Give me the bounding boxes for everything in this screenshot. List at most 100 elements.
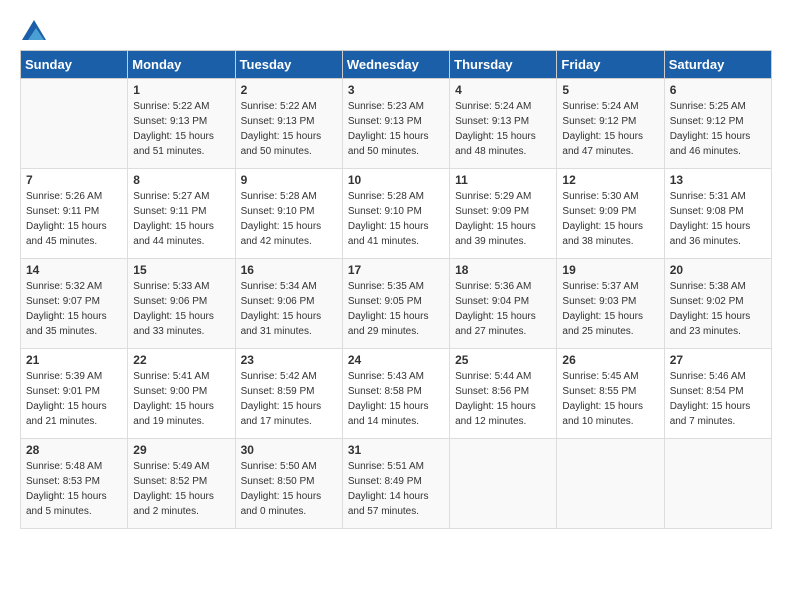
day-number: 9 xyxy=(241,173,337,187)
calendar-cell: 23 Sunrise: 5:42 AM Sunset: 8:59 PM Dayli… xyxy=(235,349,342,439)
calendar-cell: 17 Sunrise: 5:35 AM Sunset: 9:05 PM Dayli… xyxy=(342,259,449,349)
calendar-cell: 16Sunrise: 5:34 AM Sunset: 9:06 PM Dayli… xyxy=(235,259,342,349)
calendar-cell: 15 Sunrise: 5:33 AM Sunset: 9:06 PM Dayli… xyxy=(128,259,235,349)
day-info: Sunrise: 5:38 AM Sunset: 9:02 PM Dayligh… xyxy=(670,279,766,339)
day-info: Sunrise: 5:35 AM Sunset: 9:05 PM Dayligh… xyxy=(348,279,444,339)
day-info: Sunrise: 5:49 AM Sunset: 8:52 PM Dayligh… xyxy=(133,459,229,519)
calendar-week-3: 14 Sunrise: 5:32 AM Sunset: 9:07 PM Dayli… xyxy=(21,259,772,349)
day-number: 4 xyxy=(455,83,551,97)
calendar-cell: 24 Sunrise: 5:43 AM Sunset: 8:58 PM Dayli… xyxy=(342,349,449,439)
day-info: Sunrise: 5:43 AM Sunset: 8:58 PM Dayligh… xyxy=(348,369,444,429)
calendar-cell: 7 Sunrise: 5:26 AM Sunset: 9:11 PM Daylig… xyxy=(21,169,128,259)
day-number: 24 xyxy=(348,353,444,367)
day-info: Sunrise: 5:27 AM Sunset: 9:11 PM Dayligh… xyxy=(133,189,229,249)
day-number: 28 xyxy=(26,443,122,457)
day-number: 15 xyxy=(133,263,229,277)
day-info: Sunrise: 5:22 AM Sunset: 9:13 PM Dayligh… xyxy=(133,99,229,159)
calendar-cell: 2 Sunrise: 5:22 AM Sunset: 9:13 PM Daylig… xyxy=(235,79,342,169)
calendar-cell xyxy=(450,439,557,529)
day-number: 26 xyxy=(562,353,658,367)
header-day-friday: Friday xyxy=(557,51,664,79)
day-number: 8 xyxy=(133,173,229,187)
day-info: Sunrise: 5:29 AM Sunset: 9:09 PM Dayligh… xyxy=(455,189,551,249)
calendar-cell: 14 Sunrise: 5:32 AM Sunset: 9:07 PM Dayli… xyxy=(21,259,128,349)
day-number: 13 xyxy=(670,173,766,187)
day-number: 11 xyxy=(455,173,551,187)
day-number: 27 xyxy=(670,353,766,367)
day-info: Sunrise: 5:41 AM Sunset: 9:00 PM Dayligh… xyxy=(133,369,229,429)
day-info: Sunrise: 5:37 AM Sunset: 9:03 PM Dayligh… xyxy=(562,279,658,339)
header-day-saturday: Saturday xyxy=(664,51,771,79)
calendar-cell: 22 Sunrise: 5:41 AM Sunset: 9:00 PM Dayli… xyxy=(128,349,235,439)
day-info: Sunrise: 5:30 AM Sunset: 9:09 PM Dayligh… xyxy=(562,189,658,249)
day-number: 2 xyxy=(241,83,337,97)
day-info: Sunrise: 5:48 AM Sunset: 8:53 PM Dayligh… xyxy=(26,459,122,519)
day-number: 30 xyxy=(241,443,337,457)
day-info: Sunrise: 5:51 AM Sunset: 8:49 PM Dayligh… xyxy=(348,459,444,519)
day-info: Sunrise: 5:32 AM Sunset: 9:07 PM Dayligh… xyxy=(26,279,122,339)
day-info: Sunrise: 5:33 AM Sunset: 9:06 PM Dayligh… xyxy=(133,279,229,339)
calendar-cell: 1 Sunrise: 5:22 AM Sunset: 9:13 PM Daylig… xyxy=(128,79,235,169)
logo xyxy=(20,20,46,40)
day-number: 21 xyxy=(26,353,122,367)
calendar-cell: 21 Sunrise: 5:39 AM Sunset: 9:01 PM Dayli… xyxy=(21,349,128,439)
day-info: Sunrise: 5:22 AM Sunset: 9:13 PM Dayligh… xyxy=(241,99,337,159)
logo-icon xyxy=(22,20,46,40)
calendar-table: SundayMondayTuesdayWednesdayThursdayFrid… xyxy=(20,50,772,529)
day-number: 18 xyxy=(455,263,551,277)
day-info: Sunrise: 5:23 AM Sunset: 9:13 PM Dayligh… xyxy=(348,99,444,159)
header-day-monday: Monday xyxy=(128,51,235,79)
calendar-cell: 27Sunrise: 5:46 AM Sunset: 8:54 PM Dayli… xyxy=(664,349,771,439)
calendar-cell: 26 Sunrise: 5:45 AM Sunset: 8:55 PM Dayli… xyxy=(557,349,664,439)
day-info: Sunrise: 5:31 AM Sunset: 9:08 PM Dayligh… xyxy=(670,189,766,249)
calendar-cell: 18 Sunrise: 5:36 AM Sunset: 9:04 PM Dayli… xyxy=(450,259,557,349)
day-number: 7 xyxy=(26,173,122,187)
day-number: 31 xyxy=(348,443,444,457)
calendar-week-2: 7 Sunrise: 5:26 AM Sunset: 9:11 PM Daylig… xyxy=(21,169,772,259)
header-day-tuesday: Tuesday xyxy=(235,51,342,79)
header-day-wednesday: Wednesday xyxy=(342,51,449,79)
header-row: SundayMondayTuesdayWednesdayThursdayFrid… xyxy=(21,51,772,79)
day-number: 23 xyxy=(241,353,337,367)
day-info: Sunrise: 5:26 AM Sunset: 9:11 PM Dayligh… xyxy=(26,189,122,249)
day-info: Sunrise: 5:34 AM Sunset: 9:06 PM Dayligh… xyxy=(241,279,337,339)
day-info: Sunrise: 5:42 AM Sunset: 8:59 PM Dayligh… xyxy=(241,369,337,429)
day-info: Sunrise: 5:44 AM Sunset: 8:56 PM Dayligh… xyxy=(455,369,551,429)
day-info: Sunrise: 5:45 AM Sunset: 8:55 PM Dayligh… xyxy=(562,369,658,429)
calendar-header: SundayMondayTuesdayWednesdayThursdayFrid… xyxy=(21,51,772,79)
calendar-cell: 8 Sunrise: 5:27 AM Sunset: 9:11 PM Daylig… xyxy=(128,169,235,259)
day-number: 3 xyxy=(348,83,444,97)
day-number: 6 xyxy=(670,83,766,97)
page-header xyxy=(20,20,772,40)
day-number: 29 xyxy=(133,443,229,457)
day-number: 22 xyxy=(133,353,229,367)
calendar-cell xyxy=(557,439,664,529)
day-number: 1 xyxy=(133,83,229,97)
calendar-cell: 25 Sunrise: 5:44 AM Sunset: 8:56 PM Dayli… xyxy=(450,349,557,439)
calendar-cell: 30 Sunrise: 5:50 AM Sunset: 8:50 PM Dayli… xyxy=(235,439,342,529)
calendar-cell: 20 Sunrise: 5:38 AM Sunset: 9:02 PM Dayli… xyxy=(664,259,771,349)
day-info: Sunrise: 5:50 AM Sunset: 8:50 PM Dayligh… xyxy=(241,459,337,519)
calendar-cell: 9 Sunrise: 5:28 AM Sunset: 9:10 PM Daylig… xyxy=(235,169,342,259)
day-info: Sunrise: 5:36 AM Sunset: 9:04 PM Dayligh… xyxy=(455,279,551,339)
day-number: 12 xyxy=(562,173,658,187)
calendar-week-1: 1 Sunrise: 5:22 AM Sunset: 9:13 PM Daylig… xyxy=(21,79,772,169)
day-number: 10 xyxy=(348,173,444,187)
calendar-cell: 11 Sunrise: 5:29 AM Sunset: 9:09 PM Dayli… xyxy=(450,169,557,259)
day-info: Sunrise: 5:25 AM Sunset: 9:12 PM Dayligh… xyxy=(670,99,766,159)
day-info: Sunrise: 5:28 AM Sunset: 9:10 PM Dayligh… xyxy=(348,189,444,249)
day-number: 20 xyxy=(670,263,766,277)
day-number: 5 xyxy=(562,83,658,97)
calendar-cell: 13 Sunrise: 5:31 AM Sunset: 9:08 PM Dayli… xyxy=(664,169,771,259)
calendar-cell: 6 Sunrise: 5:25 AM Sunset: 9:12 PM Daylig… xyxy=(664,79,771,169)
day-info: Sunrise: 5:28 AM Sunset: 9:10 PM Dayligh… xyxy=(241,189,337,249)
day-number: 25 xyxy=(455,353,551,367)
calendar-cell: 4Sunrise: 5:24 AM Sunset: 9:13 PM Daylig… xyxy=(450,79,557,169)
header-day-sunday: Sunday xyxy=(21,51,128,79)
calendar-cell xyxy=(21,79,128,169)
calendar-cell xyxy=(664,439,771,529)
day-number: 14 xyxy=(26,263,122,277)
day-number: 17 xyxy=(348,263,444,277)
day-info: Sunrise: 5:39 AM Sunset: 9:01 PM Dayligh… xyxy=(26,369,122,429)
calendar-cell: 28 Sunrise: 5:48 AM Sunset: 8:53 PM Dayli… xyxy=(21,439,128,529)
